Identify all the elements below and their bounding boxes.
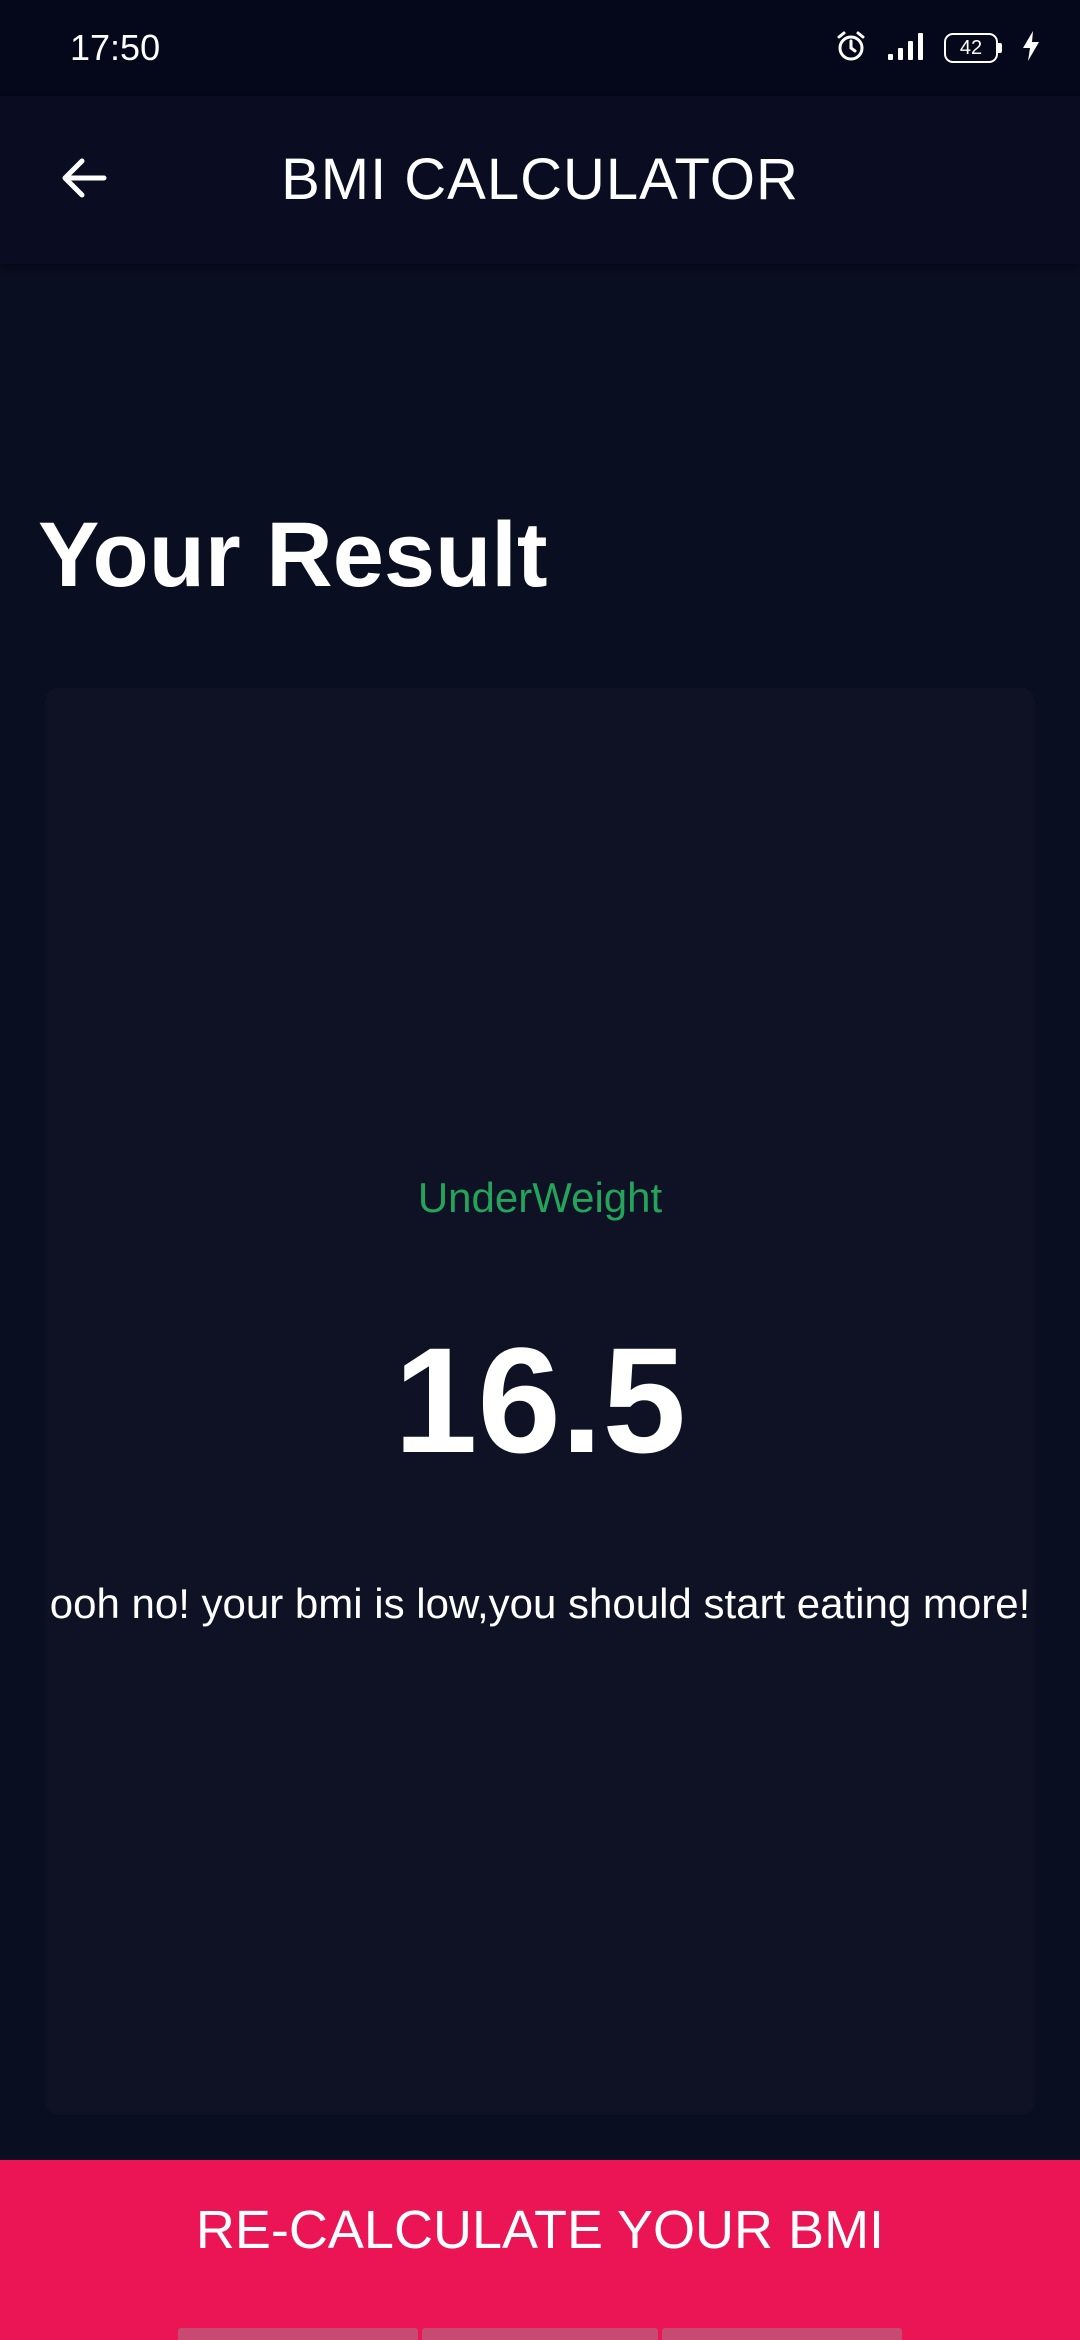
bmi-value: 16.5 [394, 1316, 686, 1484]
recalculate-button[interactable]: RE-CALCULATE YOUR BMI [0, 2160, 1080, 2340]
nav-bar-segment [178, 2328, 418, 2340]
charging-icon [1020, 29, 1042, 68]
app-title: BMI CALCULATOR [281, 147, 799, 212]
signal-icon [886, 30, 926, 67]
battery-icon: 42 [944, 33, 1002, 63]
recalculate-button-label: RE-CALCULATE YOUR BMI [195, 2200, 885, 2260]
battery-level: 42 [944, 33, 998, 63]
status-bar: 17:50 42 [0, 0, 1080, 96]
app-bar: BMI CALCULATOR [0, 96, 1080, 264]
bmi-category: UnderWeight [417, 1174, 663, 1221]
bmi-advice: ooh no! your bmi is low,you should start… [49, 1580, 1031, 1627]
status-icons: 42 [834, 28, 1042, 68]
alarm-icon [834, 29, 868, 68]
nav-bar-segment [662, 2328, 902, 2340]
status-time: 17:50 [70, 27, 161, 68]
result-heading: Your Result [38, 504, 548, 606]
nav-bar-segment [422, 2328, 658, 2340]
